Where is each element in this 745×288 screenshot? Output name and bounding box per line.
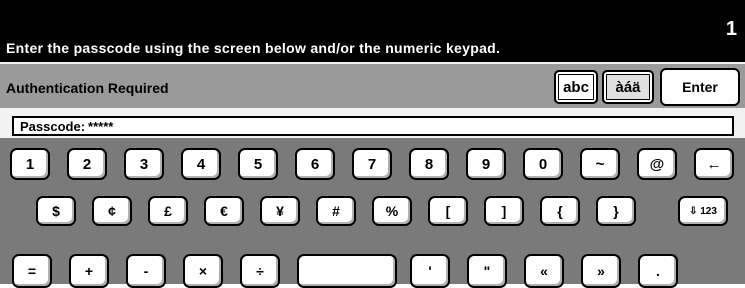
key-0[interactable]: 0 [523,148,563,180]
key-double-quote[interactable]: " [467,254,507,288]
instruction-bar: Enter the passcode using the screen belo… [0,0,745,62]
accent-mode-button[interactable]: àáä [602,70,654,104]
space-key[interactable] [297,254,397,288]
key-left-brace[interactable]: { [540,196,580,226]
backspace-icon: ← [706,155,722,173]
key-9[interactable]: 9 [466,148,506,180]
key-cent[interactable]: ¢ [92,196,132,226]
enter-button[interactable]: Enter [660,68,740,106]
passcode-field[interactable]: Passcode: ***** [12,116,734,136]
shift-icon: ⇩ 123 [689,205,717,217]
key-6[interactable]: 6 [295,148,335,180]
key-8[interactable]: 8 [409,148,449,180]
passcode-screen: Enter the passcode using the screen belo… [0,0,745,288]
key-divide[interactable]: ÷ [240,254,280,288]
key-hash[interactable]: # [316,196,356,226]
key-1[interactable]: 1 [10,148,50,180]
key-3[interactable]: 3 [124,148,164,180]
key-period[interactable]: . [638,254,678,288]
key-4[interactable]: 4 [181,148,221,180]
keyboard: 1 2 3 4 5 6 7 8 9 0 ~ @ ← $ ¢ £ € ¥ # % … [0,138,745,288]
key-yen[interactable]: ¥ [260,196,300,226]
key-left-guillemet[interactable]: « [524,254,564,288]
key-left-bracket[interactable]: [ [428,196,468,226]
key-apostrophe[interactable]: ' [410,254,450,288]
screen-counter: 1 [725,18,737,40]
passcode-value: ***** [88,118,114,134]
shift-123-key[interactable]: ⇩ 123 [678,196,728,226]
key-minus[interactable]: - [126,254,166,288]
key-multiply[interactable]: × [183,254,223,288]
key-dollar[interactable]: $ [36,196,76,226]
key-euro[interactable]: € [204,196,244,226]
key-equals[interactable]: = [12,254,52,288]
key-7[interactable]: 7 [352,148,392,180]
key-right-bracket[interactable]: ] [484,196,524,226]
key-5[interactable]: 5 [238,148,278,180]
abc-mode-button[interactable]: abc [554,70,598,104]
auth-bar: Authentication Required abc àáä Enter [0,64,745,108]
key-at[interactable]: @ [637,148,677,180]
backspace-key[interactable]: ← [694,148,734,180]
key-plus[interactable]: + [69,254,109,288]
key-tilde[interactable]: ~ [580,148,620,180]
auth-title: Authentication Required [6,80,169,96]
key-2[interactable]: 2 [67,148,107,180]
key-right-brace[interactable]: } [596,196,636,226]
key-right-guillemet[interactable]: » [581,254,621,288]
key-pound[interactable]: £ [148,196,188,226]
passcode-label: Passcode: [20,118,86,134]
key-percent[interactable]: % [372,196,412,226]
instruction-text: Enter the passcode using the screen belo… [6,40,501,56]
